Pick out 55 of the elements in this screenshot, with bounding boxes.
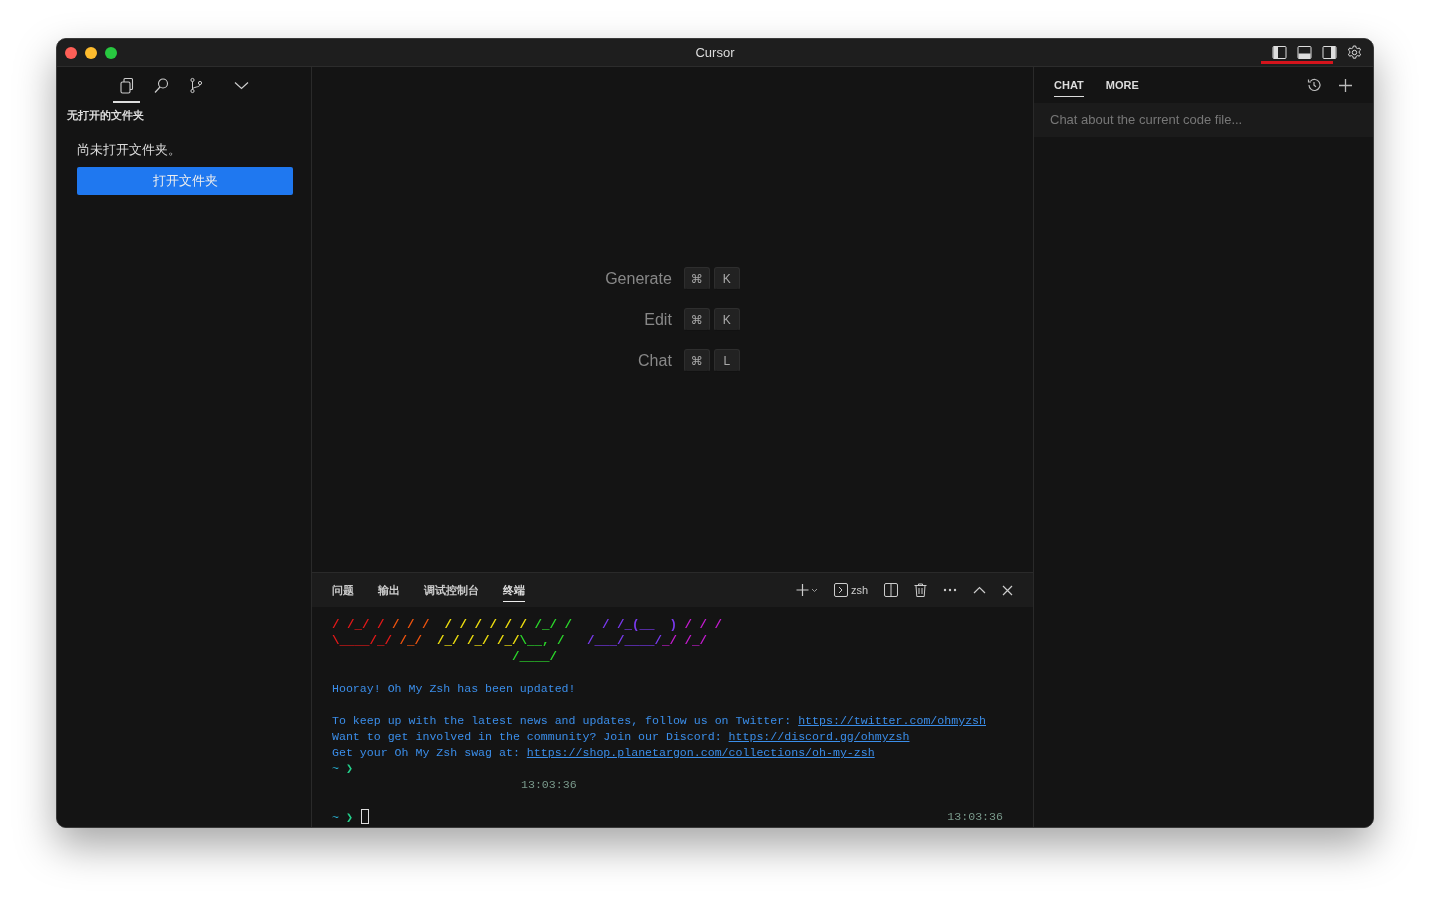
ascii-art-text: /_/ /: [533, 618, 573, 632]
minimize-button[interactable]: [85, 46, 97, 59]
key-cap: ⌘: [683, 349, 710, 372]
shortcut-label: Edit: [643, 309, 673, 330]
ascii-art-text: _/ /_/: [662, 634, 708, 648]
chat-tab[interactable]: MORE: [1105, 72, 1139, 98]
terminal-text: To keep up with the latest news and updates, follow us on Twitter:: [332, 714, 793, 727]
timestamp: 13:03:36: [947, 809, 1003, 825]
zoom-button[interactable]: [105, 46, 117, 59]
panel-tab[interactable]: 终端: [503, 577, 525, 603]
key-cap: L: [713, 349, 740, 372]
terminal-text: Want to get involved in the community? Join our Discord:: [332, 730, 723, 743]
key-cap: K: [713, 308, 740, 331]
panel-tab[interactable]: 输出: [378, 577, 400, 603]
right-panel-icon[interactable]: [1319, 43, 1340, 62]
terminal-link[interactable]: https://twitter.com/ohmyzsh: [798, 714, 986, 727]
left-panel-icon[interactable]: [1269, 43, 1290, 62]
window-title: Cursor: [695, 44, 735, 60]
terminal-text: Get your Oh My Zsh swag at:: [332, 746, 521, 759]
terminal-link[interactable]: https://discord.gg/ohmyzsh: [728, 730, 910, 743]
ascii-art-text: / /_/ /: [332, 618, 385, 632]
ascii-art-text: \____/_/: [332, 634, 392, 648]
ascii-art-text: / / /: [391, 618, 430, 632]
key-cap: K: [713, 267, 740, 290]
ascii-art-text: /____/: [511, 650, 558, 664]
shortcut-label: Generate: [605, 268, 673, 289]
ascii-art-text: /___/____/: [586, 634, 663, 648]
ascii-art-text: \__, /: [519, 634, 565, 648]
chat-tab[interactable]: CHAT: [1054, 72, 1084, 98]
ascii-art-text: /_/: [398, 634, 423, 648]
prompt-directory: ~: [332, 762, 339, 775]
highlight-underline: [1261, 61, 1333, 64]
ascii-art-text: / / / / / /: [443, 618, 528, 632]
ascii-art-text: / /_(__ ): [601, 618, 678, 632]
ascii-art-text: /_/ /_/ /_/: [436, 634, 520, 648]
prompt-arrow: ❯: [345, 762, 353, 775]
panel-tab[interactable]: 调试控制台: [424, 577, 479, 603]
timestamp: 13:03:36: [521, 778, 577, 791]
terminal-text: Hooray! Oh My Zsh has been updated!: [332, 682, 576, 695]
key-cap: ⌘: [683, 308, 710, 331]
terminal-icon: [833, 583, 848, 597]
panel-tab[interactable]: 问题: [332, 577, 354, 603]
sidebar-heading: 无打开的文件夹: [66, 108, 145, 123]
chat-input[interactable]: Chat about the current code file...: [1034, 103, 1373, 137]
prompt-directory: ~: [332, 811, 339, 824]
key-cap: ⌘: [683, 267, 710, 290]
terminal-link[interactable]: https://shop.planetargon.com/collections/oh-my-zsh: [526, 746, 875, 759]
ascii-art-text: / / /: [683, 618, 723, 632]
close-button[interactable]: [65, 46, 77, 59]
shortcut-label: Chat: [637, 350, 673, 371]
empty-message: 尚未打开文件夹。: [76, 140, 182, 159]
shell-selector[interactable]: zsh: [829, 583, 872, 597]
prompt-arrow: ❯: [345, 811, 353, 824]
bottom-panel-icon[interactable]: [1294, 43, 1315, 62]
open-folder-button[interactable]: 打开文件夹: [77, 167, 293, 195]
